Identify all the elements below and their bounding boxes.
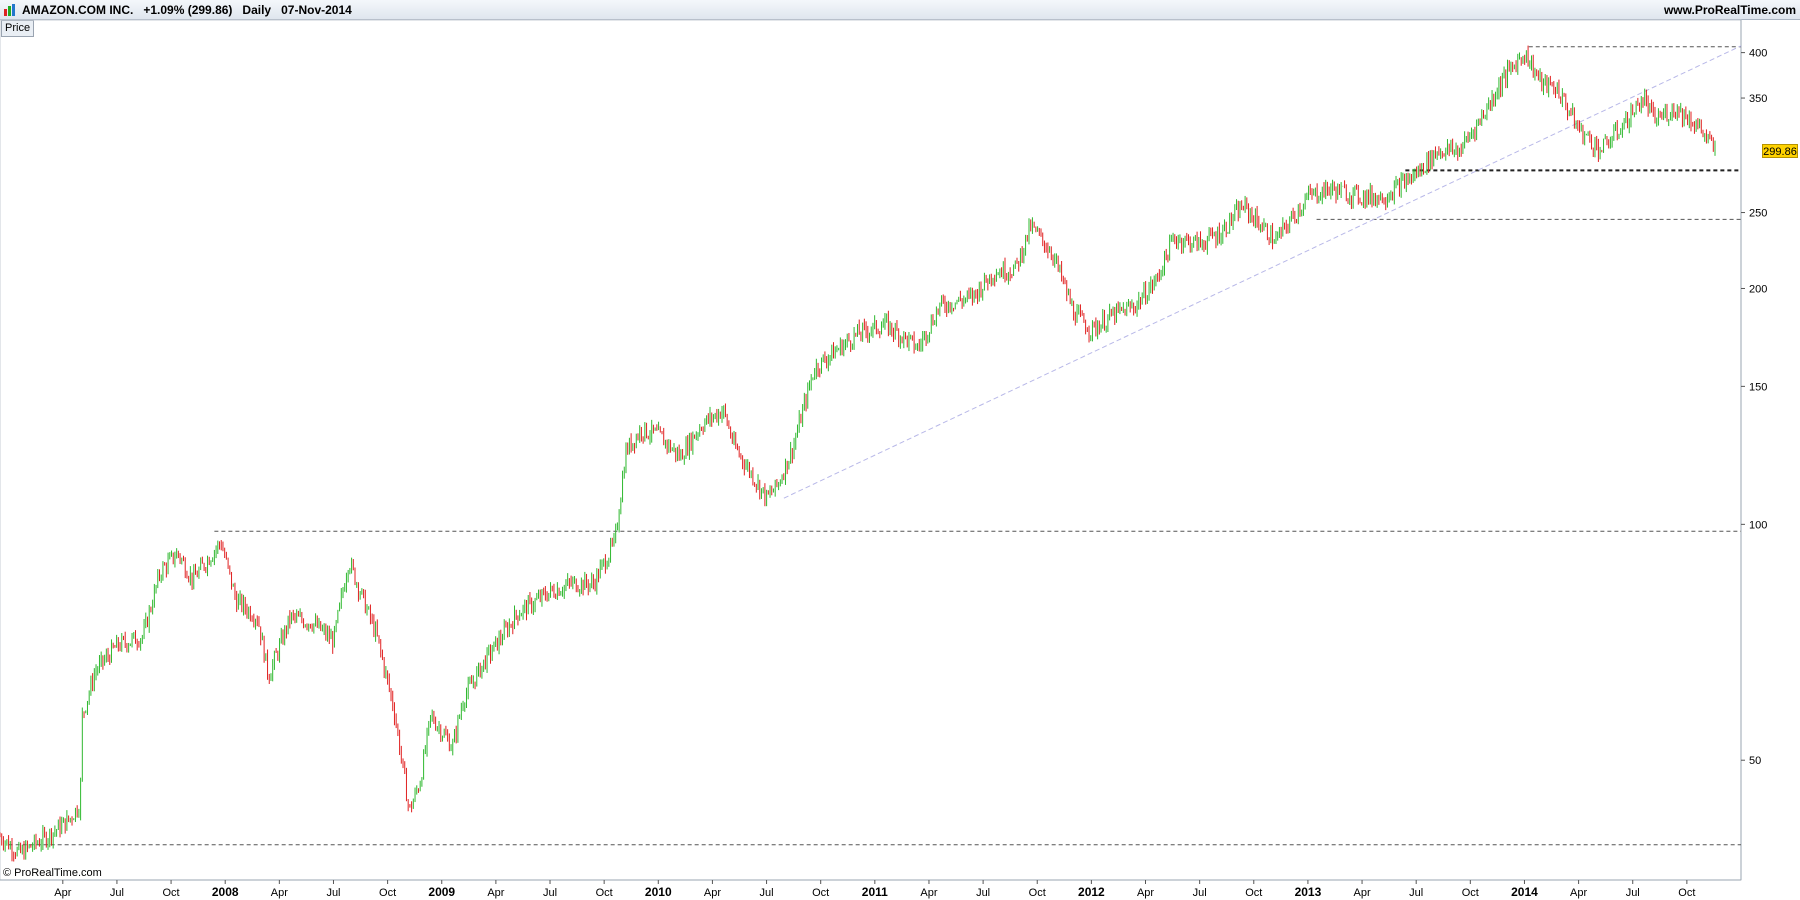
x-tick-label: Jul: [760, 887, 774, 899]
copyright-text: © ProRealTime.com: [3, 867, 102, 879]
plot-frame: [0, 19, 1742, 881]
y-tick-label: 250: [1749, 208, 1767, 220]
x-tick-label: Apr: [54, 887, 71, 899]
x-tick-label: Oct: [163, 887, 180, 899]
y-tick-label: 150: [1749, 381, 1767, 393]
x-tick-label: Oct: [1029, 887, 1046, 899]
trendline[interactable]: [783, 45, 1742, 499]
price-bars: [0, 45, 1716, 862]
x-tick-label: Jul: [1626, 887, 1640, 899]
x-tick-label: Jul: [976, 887, 990, 899]
x-tick-label: Apr: [1353, 887, 1370, 899]
y-tick-label: 50: [1749, 755, 1761, 767]
x-tick-label: Apr: [920, 887, 937, 899]
trendline-layer: [783, 45, 1742, 499]
last-price-label: 299.86: [1762, 143, 1798, 158]
price-chart[interactable]: 50 100 150 200 250 350 400 Apr Jul Oct 2008 Apr Jul…: [0, 0, 1800, 900]
x-tick-label: Jul: [326, 887, 340, 899]
x-tick-label: 2013: [1295, 885, 1322, 899]
x-tick-label: Jul: [1409, 887, 1423, 899]
x-tick-label: 2009: [428, 885, 455, 899]
x-axis-ticks: Apr Jul Oct 2008 Apr Jul Oct 2009 Apr Jul Oct 2010 A…: [54, 880, 1695, 899]
x-tick-label: Oct: [1462, 887, 1479, 899]
x-tick-label: Apr: [1137, 887, 1154, 899]
x-tick-label: Apr: [271, 887, 288, 899]
x-tick-label: Oct: [379, 887, 396, 899]
x-tick-label: Jul: [1193, 887, 1207, 899]
x-tick-label: 2011: [862, 885, 888, 899]
x-tick-label: Apr: [1570, 887, 1587, 899]
y-tick-label: 100: [1749, 519, 1767, 531]
x-tick-label: 2010: [645, 885, 672, 899]
y-tick-label: 350: [1749, 93, 1767, 105]
x-tick-label: 2012: [1078, 885, 1105, 899]
x-tick-label: Oct: [1245, 887, 1262, 899]
x-tick-label: Jul: [110, 887, 124, 899]
x-tick-label: Apr: [704, 887, 721, 899]
y-tick-label: 400: [1749, 48, 1767, 60]
x-tick-label: 2008: [212, 885, 239, 899]
x-tick-label: Oct: [812, 887, 829, 899]
x-tick-label: 2014: [1511, 885, 1538, 899]
x-tick-label: Oct: [1678, 887, 1695, 899]
y-tick-label: 200: [1749, 283, 1767, 295]
horizontal-levels: [8, 46, 1741, 846]
x-tick-label: Oct: [596, 887, 613, 899]
x-tick-label: Jul: [543, 887, 557, 899]
x-tick-label: Apr: [487, 887, 504, 899]
